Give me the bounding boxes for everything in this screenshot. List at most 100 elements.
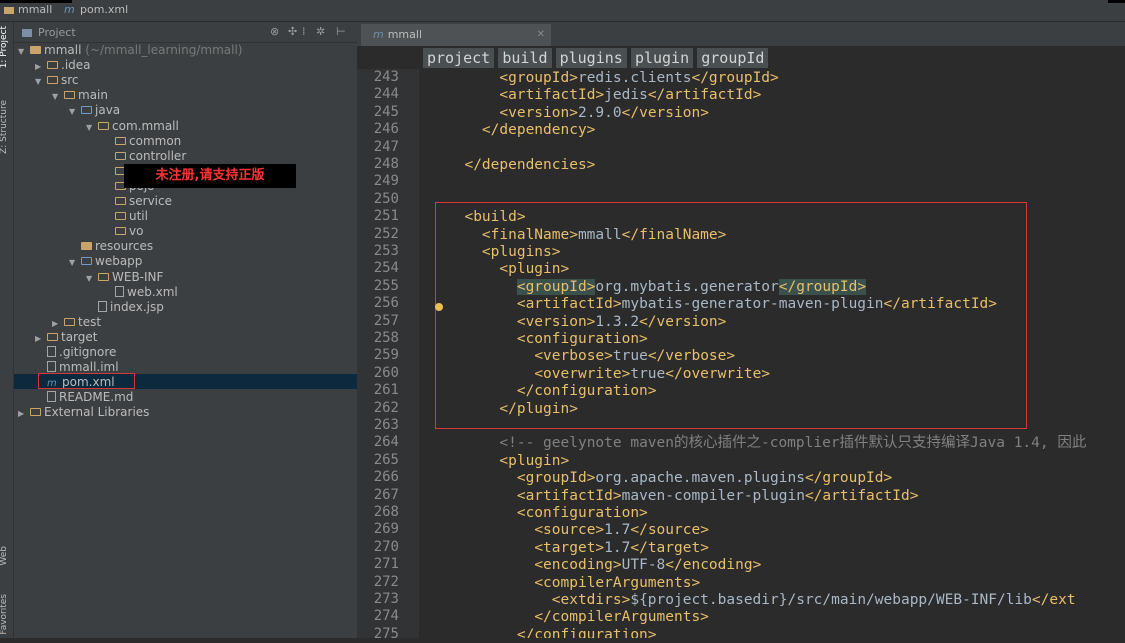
iml-file-icon bbox=[47, 361, 56, 373]
tree-node[interactable]: ▶ .idea bbox=[35, 58, 91, 73]
expanded-arrow-icon[interactable]: ▼ bbox=[18, 44, 30, 59]
jsp-file-icon bbox=[98, 300, 107, 312]
breadcrumb-build[interactable]: build bbox=[498, 48, 552, 68]
project-view-selector[interactable]: Project bbox=[38, 26, 76, 39]
expanded-arrow-icon[interactable]: ▼ bbox=[69, 104, 81, 119]
line-number: 255 bbox=[373, 277, 399, 294]
line-number: 272 bbox=[373, 573, 399, 590]
code-line: <artifactId>maven-compiler-plugin</artif… bbox=[447, 487, 919, 505]
tree-node[interactable]: ▼ src bbox=[35, 73, 79, 88]
tree-node[interactable]: ▼ com.mmall bbox=[86, 119, 179, 134]
structure-tool-tab[interactable]: Z: Structure bbox=[0, 100, 9, 154]
project-toolbar: Project ⊗ ✣ ⁞ ✲ ⊢ bbox=[14, 22, 357, 43]
expanded-arrow-icon[interactable]: ▼ bbox=[86, 120, 98, 135]
package-icon bbox=[115, 227, 126, 236]
nav-crumb-module[interactable]: mmall bbox=[18, 3, 52, 16]
expanded-arrow-icon[interactable]: ▼ bbox=[86, 271, 98, 286]
web-tool-tab[interactable]: Web bbox=[0, 546, 9, 566]
code-line: <!-- geelynote maven的核心插件之-complier插件默认只… bbox=[447, 435, 1086, 452]
file-icon bbox=[47, 346, 56, 357]
tree-node[interactable]: ▼ main bbox=[52, 88, 108, 103]
tree-node-label: resources bbox=[95, 239, 154, 254]
xml-text: 1.7 bbox=[604, 539, 631, 556]
tree-node[interactable]: ▼ webapp bbox=[69, 254, 142, 269]
navigation-bar: mmall m pom.xml bbox=[0, 0, 1125, 22]
collapsed-arrow-icon[interactable]: ▶ bbox=[52, 316, 64, 331]
breadcrumb-project[interactable]: project bbox=[423, 48, 495, 68]
tree-node[interactable]: ▼ mmall (~/mmall_learning/mmall) bbox=[18, 43, 242, 58]
tree-node[interactable]: util bbox=[103, 209, 148, 224]
line-number: 252 bbox=[373, 225, 399, 242]
tree-node-label: mmall.iml bbox=[59, 360, 119, 375]
tree-node[interactable]: ▼ WEB-INF bbox=[86, 270, 163, 285]
xml-tag: </groupId> bbox=[691, 70, 779, 86]
expanded-arrow-icon[interactable]: ▼ bbox=[35, 74, 47, 89]
xml-text: 2.9.0 bbox=[577, 104, 622, 121]
breadcrumb-groupId[interactable]: groupId bbox=[697, 48, 769, 68]
tree-node[interactable]: .gitignore bbox=[35, 345, 116, 360]
favorites-tool-tab[interactable]: Favorites bbox=[0, 594, 9, 635]
lightbulb-icon[interactable] bbox=[435, 303, 443, 311]
tree-node[interactable]: ▶ target bbox=[35, 330, 98, 345]
tree-node[interactable]: index.jsp bbox=[86, 300, 164, 315]
breadcrumb-plugin[interactable]: plugin bbox=[630, 48, 694, 68]
xml-tag: <target> bbox=[534, 539, 605, 556]
tree-node[interactable]: controller bbox=[103, 149, 186, 164]
code-line: </dependency> bbox=[447, 122, 596, 139]
tree-node[interactable]: ▶ External Libraries bbox=[18, 405, 149, 420]
code-line: <configuration> bbox=[447, 505, 648, 522]
xml-tag: <artifactId> bbox=[516, 487, 622, 504]
tree-node[interactable]: common bbox=[103, 134, 181, 149]
tree-node[interactable]: web.xml bbox=[103, 285, 178, 300]
project-tool-tab[interactable]: 1: Project bbox=[0, 26, 9, 68]
line-number: 270 bbox=[373, 538, 399, 555]
package-icon bbox=[98, 121, 109, 130]
collapsed-arrow-icon[interactable]: ▶ bbox=[35, 59, 47, 74]
collapsed-arrow-icon[interactable]: ▶ bbox=[35, 331, 47, 346]
tree-node[interactable]: ▼ java bbox=[69, 103, 120, 118]
hide-panel-icon[interactable]: ⊢ bbox=[336, 25, 346, 38]
tree-node-label: WEB-INF bbox=[112, 269, 164, 284]
tree-node-label: mmall bbox=[44, 43, 82, 57]
xml-tag: </dependency> bbox=[481, 122, 596, 139]
tree-node[interactable]: README.md bbox=[35, 390, 133, 405]
code-line: <groupId>redis.clients</groupId> bbox=[447, 70, 779, 87]
tree-node-label: util bbox=[129, 209, 148, 224]
editor-tab-bar: m mmall ✕ bbox=[357, 22, 1125, 46]
xml-tag: </groupId> bbox=[804, 470, 893, 487]
tree-node[interactable]: vo bbox=[103, 224, 143, 239]
line-number: 248 bbox=[373, 156, 399, 172]
line-number: 264 bbox=[373, 434, 399, 451]
xml-tag: <plugin> bbox=[499, 452, 570, 469]
xml-tag: </version> bbox=[621, 104, 709, 121]
expanded-arrow-icon[interactable]: ▼ bbox=[69, 255, 81, 270]
tree-node[interactable]: service bbox=[103, 194, 172, 209]
collapsed-arrow-icon[interactable]: ▶ bbox=[18, 406, 30, 421]
nav-crumb-file[interactable]: pom.xml bbox=[80, 3, 128, 16]
module-folder-icon bbox=[30, 46, 41, 54]
tree-node[interactable]: ▶ test bbox=[52, 315, 101, 330]
locate-icon[interactable]: ⊗ bbox=[270, 25, 279, 38]
line-number: 244 bbox=[373, 86, 399, 103]
breadcrumb-plugins[interactable]: plugins bbox=[555, 48, 627, 68]
tree-node[interactable]: resources bbox=[69, 239, 153, 254]
collapse-icon[interactable]: ⁞ bbox=[302, 25, 306, 38]
close-icon[interactable]: ✕ bbox=[537, 24, 545, 46]
code-line: <source>1.7</source> bbox=[447, 522, 709, 539]
line-number: 268 bbox=[373, 504, 399, 520]
line-number: 259 bbox=[373, 347, 399, 364]
editor-tab[interactable]: m mmall ✕ bbox=[361, 24, 551, 46]
expand-icon[interactable]: ✣ bbox=[288, 25, 297, 38]
expanded-arrow-icon[interactable]: ▼ bbox=[52, 89, 64, 104]
web-folder-icon bbox=[81, 257, 92, 266]
gear-icon[interactable]: ✲ bbox=[316, 25, 325, 38]
line-number: 256 bbox=[373, 295, 399, 312]
